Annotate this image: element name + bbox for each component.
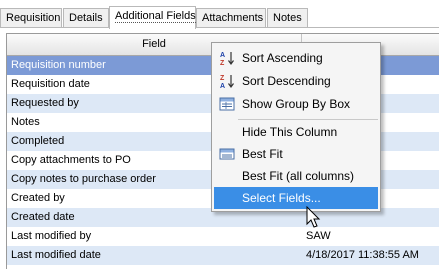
sort-descending-icon: Z A (219, 73, 235, 90)
tab-notes[interactable]: Notes (267, 8, 308, 27)
group-by-box-icon (219, 96, 235, 112)
menu-item-label: Best Fit (242, 147, 283, 161)
field-cell: Last modified date (11, 249, 101, 261)
field-cell: Last modified by (11, 230, 92, 242)
svg-text:A: A (220, 83, 225, 89)
tab-requisition[interactable]: Requisition (0, 8, 62, 27)
menu-item-show-group-by-box[interactable]: Show Group By Box (214, 93, 378, 115)
menu-item-label: Sort Descending (242, 74, 331, 88)
svg-text:A: A (220, 52, 225, 59)
best-fit-icon (219, 146, 235, 162)
menu-item-sort-ascending[interactable]: A Z Sort Ascending (214, 47, 378, 69)
tab-additional-fields-label: Additional Fields (115, 10, 196, 23)
tab-attachments-label: Attachments (202, 12, 264, 24)
table-row[interactable]: Last modified by SAW (7, 227, 439, 246)
column-context-menu: A Z Sort Ascending Z A Sort Descending S… (211, 42, 381, 212)
tab-bar: Requisition Details Additional Fields At… (0, 0, 439, 29)
menu-item-hide-this-column[interactable]: Hide This Column (214, 121, 378, 143)
sort-ascending-icon: A Z (219, 50, 235, 67)
tab-attachments[interactable]: Attachments (196, 8, 266, 27)
menu-item-sort-descending[interactable]: Z A Sort Descending (214, 70, 378, 92)
menu-item-label: Best Fit (all columns) (242, 169, 355, 183)
value-cell: 4/18/2017 11:38:55 AM (306, 249, 419, 261)
tab-details[interactable]: Details (63, 8, 109, 27)
svg-text:Z: Z (220, 60, 225, 66)
menu-item-best-fit[interactable]: Best Fit (214, 143, 378, 165)
menu-item-label: Hide This Column (242, 125, 338, 139)
mouse-pointer-icon (306, 205, 322, 232)
tab-additional-fields[interactable]: Additional Fields (109, 6, 196, 29)
menu-separator (238, 119, 378, 120)
menu-item-label: Sort Ascending (242, 51, 323, 65)
tab-requisition-label: Requisition (6, 12, 61, 24)
menu-item-select-fields[interactable]: Select Fields... (214, 187, 378, 209)
menu-item-label: Show Group By Box (242, 97, 351, 111)
table-row[interactable]: Last modified date 4/18/2017 11:38:55 AM (7, 246, 439, 265)
value-cell: SAW (306, 230, 331, 242)
tab-divider (0, 27, 439, 28)
svg-text:Z: Z (220, 75, 225, 82)
tab-details-label: Details (69, 12, 103, 24)
menu-item-best-fit-all-columns[interactable]: Best Fit (all columns) (214, 165, 378, 187)
tab-notes-label: Notes (273, 12, 302, 24)
